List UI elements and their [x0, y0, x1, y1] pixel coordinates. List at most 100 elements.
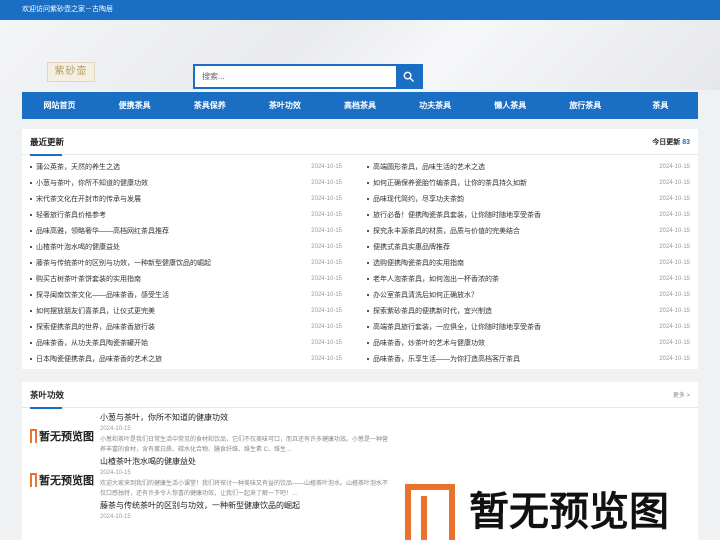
article-summary: 小葱和茶叶是我们日常生活中常见的食材和饮品，它们不仅美味可口，而且还有许多健康功… [100, 437, 389, 453]
list-item-title[interactable]: 高端圆形茶具，品味生活的艺术之选 [373, 162, 659, 172]
list-item[interactable]: 品味茶香，乐享生活——为你打造高档客厅茶具 2024-10-15 [367, 351, 690, 367]
site-logo[interactable]: 紫砂壶 [47, 62, 95, 82]
list-item-title[interactable]: 藤茶与传统茶叶的区别与功效，一种新型健康饮品的崛起 [36, 258, 311, 268]
list-item[interactable]: 轻奢旅行茶具价格参考 2024-10-15 [30, 207, 342, 223]
latest-updates-panel: 最近更新 今日更新 83 蒲公英茶，天然的养生之选 2024-10-15 小葱与茶叶，… [22, 129, 698, 369]
list-item[interactable]: 购买古树茶叶茶饼套装的实用指南 2024-10-15 [30, 271, 342, 287]
list-item-title[interactable]: 探索便携茶具的世界，品味茶香旅行装 [36, 322, 311, 332]
welcome-text: 欢迎访问紫砂壶之家－古陶居 [22, 6, 113, 13]
nav-item-travel-teaware[interactable]: 旅行茶具 [548, 92, 623, 119]
list-item-title[interactable]: 山楂茶叶泡水喝的健康益处 [36, 242, 311, 252]
list-item-title[interactable]: 办公室茶具清洗后如何正确放水？ [373, 290, 659, 300]
nav-item-tea-benefits[interactable]: 茶叶功效 [247, 92, 322, 119]
list-item-date: 2024-10-15 [311, 260, 342, 266]
list-item-date: 2024-10-15 [659, 356, 690, 362]
nav-item-premium-teaware[interactable]: 高档茶具 [322, 92, 397, 119]
logo-text: 紫砂壶 [54, 66, 88, 77]
list-item[interactable]: 品味现代简约，尽享功夫茶韵 2024-10-15 [367, 191, 690, 207]
list-item[interactable]: 日本陶瓷便携茶具，品味茶香的艺术之旅 2024-10-15 [30, 351, 342, 367]
list-item-title[interactable]: 探索紫砂茶具的便携新时代，宜兴制造 [373, 306, 659, 316]
search-input[interactable] [195, 66, 396, 87]
thumbnail-text: 暂无预览图 [39, 430, 94, 443]
list-item-title[interactable]: 老年人泡茶茶具，如何泡出一杯香浓的茶 [373, 274, 659, 284]
list-item[interactable]: 老年人泡茶茶具，如何泡出一杯香浓的茶 2024-10-15 [367, 271, 690, 287]
nav-item-portable-teaware[interactable]: 便携茶具 [97, 92, 172, 119]
bullet-icon [367, 214, 369, 216]
list-item[interactable]: 探寻闽南饮茶文化——品味茶香，感受生活 2024-10-15 [30, 287, 342, 303]
list-item-date: 2024-10-15 [659, 292, 690, 298]
bullet-icon [367, 262, 369, 264]
list-item-title[interactable]: 如何正确保养瓷胎竹编茶具，让你的茶具持久如新 [373, 178, 659, 188]
article-date: 2024-10-15 [100, 470, 131, 476]
list-item-date: 2024-10-15 [311, 244, 342, 250]
list-item-title[interactable]: 便携式茶具实惠品牌推荐 [373, 242, 659, 252]
list-item-title[interactable]: 品味现代简约，尽享功夫茶韵 [373, 194, 659, 204]
bullet-icon [30, 278, 32, 280]
list-item[interactable]: 如何正确保养瓷胎竹编茶具，让你的茶具持久如新 2024-10-15 [367, 175, 690, 191]
list-item-title[interactable]: 轻奢旅行茶具价格参考 [36, 210, 311, 220]
list-item-title[interactable]: 小葱与茶叶，你所不知道的健康功效 [36, 178, 311, 188]
list-item-title[interactable]: 品味高雅，领略奢华——高档网红茶具推荐 [36, 226, 311, 236]
list-item-title[interactable]: 品味茶香，乐享生活——为你打造高档客厅茶具 [373, 354, 659, 364]
bullet-icon [30, 310, 32, 312]
list-item[interactable]: 便携式茶具实惠品牌推荐 2024-10-15 [367, 239, 690, 255]
nav-item-lazy-teaware[interactable]: 懒人茶具 [473, 92, 548, 119]
list-item[interactable]: 品味茶香，从功夫茶具陶瓷茶罐开始 2024-10-15 [30, 335, 342, 351]
bullet-icon [30, 326, 32, 328]
list-item-title[interactable]: 宋代茶文化在开封市的传承与发展 [36, 194, 311, 204]
list-item-title[interactable]: 日本陶瓷便携茶具，品味茶香的艺术之旅 [36, 354, 311, 364]
list-item[interactable]: 小葱与茶叶，你所不知道的健康功效 2024-10-15 [30, 175, 342, 191]
article-thumbnail[interactable]: 暂无预览图 [30, 427, 94, 445]
list-item[interactable]: 高端圆形茶具，品味生活的艺术之选 2024-10-15 [367, 159, 690, 175]
preview-image-placeholder[interactable]: 暂无预览图 [405, 480, 695, 540]
list-item[interactable]: 藤茶与传统茶叶的区别与功效，一种新型健康饮品的崛起 2024-10-15 [30, 255, 342, 271]
list-item[interactable]: 旅行必备！便携陶瓷茶具套装，让你随时随地享受茶香 2024-10-15 [367, 207, 690, 223]
list-item-title[interactable]: 品味茶香，炒茶叶的艺术与健康功效 [373, 338, 659, 348]
bullet-icon [367, 294, 369, 296]
list-item-title[interactable]: 选购便携陶瓷茶具的实用指南 [373, 258, 659, 268]
article-thumbnail[interactable]: 暂无预览图 [30, 471, 94, 489]
list-item-title[interactable]: 探寻闽南饮茶文化——品味茶香，感受生活 [36, 290, 311, 300]
list-item-title[interactable]: 旅行必备！便携陶瓷茶具套装，让你随时随地享受茶香 [373, 210, 659, 220]
list-item[interactable]: 宋代茶文化在开封市的传承与发展 2024-10-15 [30, 191, 342, 207]
article-title[interactable]: 藤茶与传统茶叶的区别与功效，一种新型健康饮品的崛起 [100, 500, 300, 511]
bullet-icon [30, 358, 32, 360]
list-item[interactable]: 选购便携陶瓷茶具的实用指南 2024-10-15 [367, 255, 690, 271]
list-item[interactable]: 品味茶香，炒茶叶的艺术与健康功效 2024-10-15 [367, 335, 690, 351]
list-item-title[interactable]: 如何摆放朋友们喜茶具，让仪式更完美 [36, 306, 311, 316]
bullet-icon [30, 214, 32, 216]
list-item[interactable]: 山楂茶叶泡水喝的健康益处 2024-10-15 [30, 239, 342, 255]
panel-header: 最近更新 今日更新 83 [22, 129, 698, 156]
list-item-date: 2024-10-15 [311, 292, 342, 298]
list-item-date: 2024-10-15 [311, 324, 342, 330]
list-item[interactable]: 探索紫砂茶具的便携新时代，宜兴制造 2024-10-15 [367, 303, 690, 319]
list-item[interactable]: 蒲公英茶，天然的养生之选 2024-10-15 [30, 159, 342, 175]
more-link[interactable]: 更多 > [673, 393, 690, 399]
list-item[interactable]: 探究永丰源茶具的材质，品质与价值的完美结合 2024-10-15 [367, 223, 690, 239]
list-item-title[interactable]: 高端茶具旅行套装，一应俱全，让你随时随地享受茶香 [373, 322, 659, 332]
today-count: 83 [682, 138, 690, 146]
list-item[interactable]: 探索便携茶具的世界，品味茶香旅行装 2024-10-15 [30, 319, 342, 335]
list-item-title[interactable]: 购买古树茶叶茶饼套装的实用指南 [36, 274, 311, 284]
bullet-icon [30, 262, 32, 264]
placeholder-text: 暂无预览图 [469, 489, 669, 535]
nav-item-teaware-care[interactable]: 茶具保养 [172, 92, 247, 119]
article-summary: 欢迎大家来到我们的健康生活小课堂！我们将探讨一种美味又有益的饮品——山楂茶叶泡水… [100, 481, 389, 497]
search-button[interactable] [396, 66, 421, 87]
nav-item-kungfu-teaware[interactable]: 功夫茶具 [398, 92, 473, 119]
article-title[interactable]: 山楂茶叶泡水喝的健康益处 [100, 456, 196, 467]
nav-item-home[interactable]: 网站首页 [22, 92, 97, 119]
list-item-title[interactable]: 探究永丰源茶具的材质，品质与价值的完美结合 [373, 226, 659, 236]
list-item[interactable]: 办公室茶具清洗后如何正确放水？ 2024-10-15 [367, 287, 690, 303]
article-date: 2024-10-15 [100, 514, 131, 520]
bullet-icon [367, 326, 369, 328]
article-title[interactable]: 小葱与茶叶，你所不知道的健康功效 [100, 412, 228, 423]
list-item[interactable]: 品味高雅，领略奢华——高档网红茶具推荐 2024-10-15 [30, 223, 342, 239]
bullet-icon [367, 166, 369, 168]
list-item[interactable]: 如何摆放朋友们喜茶具，让仪式更完美 2024-10-15 [30, 303, 342, 319]
list-item-title[interactable]: 品味茶香，从功夫茶具陶瓷茶罐开始 [36, 338, 311, 348]
list-item[interactable]: 高端茶具旅行套装，一应俱全，让你随时随地享受茶香 2024-10-15 [367, 319, 690, 335]
panel-title: 茶叶功效 [30, 389, 65, 409]
nav-item-teaware[interactable]: 茶具 [623, 92, 698, 119]
list-item-title[interactable]: 蒲公英茶，天然的养生之选 [36, 162, 311, 172]
